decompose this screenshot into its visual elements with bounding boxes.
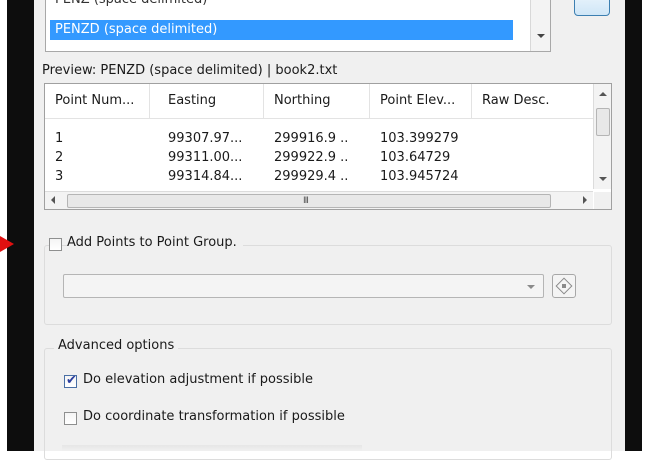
- file-format-list[interactable]: PENZ (space delimited) PENZD (space deli…: [45, 0, 551, 52]
- point-group-combobox[interactable]: [63, 274, 544, 298]
- window-border-left: [7, 0, 34, 451]
- table-row[interactable]: 3 99314.84... 299929.4 .. 103.945724: [45, 167, 593, 181]
- cell-elevation: 103.945724: [380, 169, 459, 181]
- advanced-options-groupbox: [44, 348, 612, 460]
- vertical-scroll-thumb[interactable]: [596, 108, 610, 136]
- scroll-grip-icon: III: [303, 196, 309, 206]
- checkmark-icon: ✔: [66, 373, 77, 388]
- column-header-raw-description[interactable]: Raw Desc.: [472, 84, 593, 118]
- column-header-point-number[interactable]: Point Num...: [45, 84, 150, 118]
- elevation-adjustment-checkbox[interactable]: ✔: [64, 373, 77, 388]
- cell-point-number: 2: [55, 150, 64, 165]
- column-header-northing[interactable]: Northing: [264, 84, 370, 118]
- window-border-right: [625, 0, 642, 451]
- cell-elevation: 103.399279: [380, 131, 459, 146]
- add-to-point-group-label[interactable]: Add Points to Point Group.: [67, 235, 243, 250]
- cut-off-option-row: [62, 445, 362, 451]
- scroll-left-arrow-icon[interactable]: [51, 196, 55, 204]
- scroll-right-arrow-icon[interactable]: [583, 196, 587, 204]
- scrollbar-corner: [594, 192, 611, 209]
- create-point-group-button[interactable]: [552, 274, 576, 298]
- scroll-down-arrow-icon[interactable]: [599, 177, 607, 181]
- preview-table: Point Num... Easting Northing Point Elev…: [44, 83, 612, 210]
- advanced-options-title: Advanced options: [54, 338, 179, 353]
- table-row[interactable]: 1 99307.97... 299916.9 .. 103.399279: [45, 129, 593, 148]
- add-to-point-group-checkbox[interactable]: [49, 238, 62, 251]
- coordinate-transformation-label[interactable]: Do coordinate transformation if possible: [83, 409, 345, 424]
- coordinate-transformation-checkbox[interactable]: [64, 412, 77, 425]
- preview-label: Preview: PENZD (space delimited) | book2…: [42, 63, 338, 78]
- table-horizontal-scrollbar[interactable]: III: [45, 191, 593, 209]
- cell-easting: 99314.84...: [168, 169, 243, 181]
- cell-northing: 299916.9 ..: [274, 131, 349, 146]
- cell-easting: 99307.97...: [168, 131, 243, 146]
- scroll-down-arrow-icon[interactable]: [537, 34, 545, 38]
- format-item-penzd-selected[interactable]: PENZD (space delimited): [50, 20, 513, 40]
- table-row[interactable]: 2 99311.00... 299922.9 .. 103.64729: [45, 148, 593, 167]
- elevation-adjustment-label[interactable]: Do elevation adjustment if possible: [83, 372, 313, 387]
- table-vertical-scrollbar[interactable]: [593, 84, 611, 189]
- cell-point-number: 1: [55, 131, 64, 146]
- cell-northing: 299929.4 ..: [274, 169, 349, 181]
- horizontal-scroll-thumb[interactable]: III: [67, 194, 551, 208]
- column-header-point-elevation[interactable]: Point Elev...: [370, 84, 472, 118]
- red-pointer-arrow-icon: [0, 236, 14, 252]
- format-manager-button[interactable]: [574, 0, 610, 16]
- dropdown-arrow-icon[interactable]: [527, 285, 535, 289]
- format-item-penz[interactable]: PENZ (space delimited): [50, 0, 513, 10]
- cell-northing: 299922.9 ..: [274, 150, 349, 165]
- table-header: Point Num... Easting Northing Point Elev…: [45, 84, 593, 119]
- point-group-icon-dot: [562, 284, 566, 288]
- cell-easting: 99311.00...: [168, 150, 243, 165]
- scroll-up-arrow-icon[interactable]: [599, 92, 607, 96]
- cell-elevation: 103.64729: [380, 150, 451, 165]
- format-list-scrollbar[interactable]: [530, 0, 550, 51]
- column-header-easting[interactable]: Easting: [158, 84, 264, 118]
- import-points-dialog: PENZ (space delimited) PENZD (space deli…: [34, 0, 625, 460]
- cell-point-number: 3: [55, 169, 64, 181]
